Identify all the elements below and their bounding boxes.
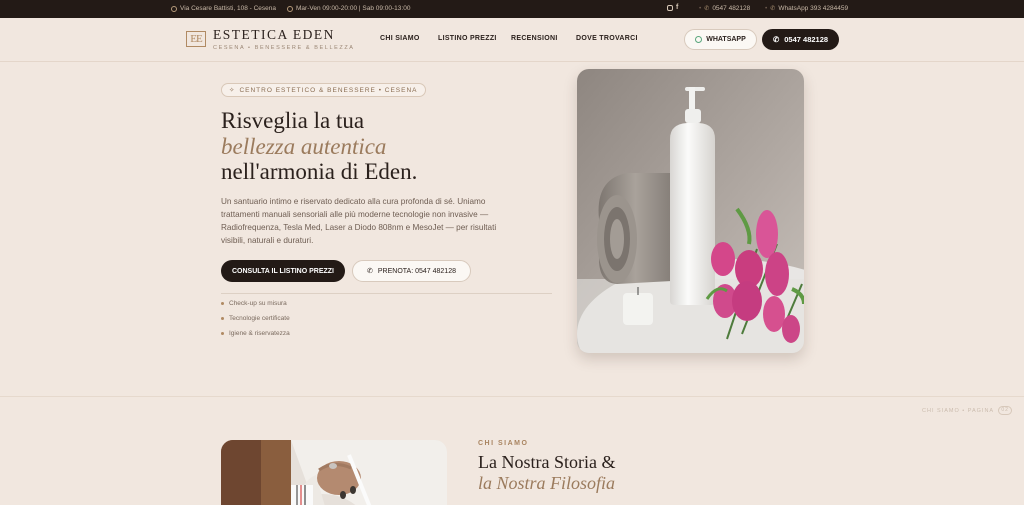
hero-badge: ✧ CENTRO ESTETICO & BENESSERE • CESENA (221, 83, 426, 97)
phone-icon: ✆ (772, 35, 780, 44)
nav-listino-prezzi[interactable]: LISTINO PREZZI (438, 35, 497, 42)
topbar-whatsapp-text: WhatsApp 393 4284459 (778, 5, 849, 12)
feature-item: Check-up su misura (221, 300, 287, 307)
whatsapp-button[interactable]: WHATSAPP (684, 29, 757, 50)
section-title-line2: la Nostra Filosofia (478, 473, 616, 493)
page-indicator-number: 02 (998, 406, 1013, 415)
feature-label: Tecnologie certificate (229, 315, 290, 322)
location-pin-icon (171, 5, 177, 12)
social-links: f (667, 4, 678, 11)
instagram-icon[interactable] (667, 5, 673, 11)
facebook-icon[interactable]: f (676, 4, 678, 11)
prenota-button-label: PRENOTA: 0547 482128 (377, 267, 456, 275)
address-info: Via Cesare Battisti, 108 - Cesena (171, 5, 276, 12)
bullet-icon (221, 302, 224, 305)
page-indicator-text: CHI SIAMO • PAGINA (922, 407, 995, 414)
logo-name[interactable]: ESTETICA EDEN (213, 27, 335, 43)
whatsapp-icon (695, 36, 703, 43)
bullet-icon (221, 332, 224, 335)
section-divider (0, 396, 1024, 397)
listino-prezzi-button[interactable]: CONSULTA IL LISTINO PREZZI (221, 260, 345, 282)
hero-spa-image (577, 69, 804, 353)
section-title-line1: La Nostra Storia & (478, 452, 616, 472)
whatsapp-icon: ✆ (770, 6, 776, 12)
hero-lead: Un santuario intimo e riservato dedicato… (221, 197, 497, 245)
phone-icon: ✆ (704, 6, 710, 12)
logo-tagline: CESENA • BENESSERE & BELLEZZA (213, 45, 355, 51)
site-header: EE ESTETICA EDEN CESENA • BENESSERE & BE… (0, 18, 1024, 62)
top-bar: Via Cesare Battisti, 108 - Cesena Mar-Ve… (0, 0, 1024, 18)
nav-dove-trovarci[interactable]: DOVE TROVARCI (576, 35, 638, 42)
section-eyebrow: CHI SIAMO (478, 440, 529, 447)
phone-icon: ✆ (367, 268, 373, 275)
call-button-label: 0547 482128 (784, 35, 829, 44)
sparkle-icon: ✧ (229, 87, 236, 94)
clock-icon (287, 5, 293, 12)
hero-divider (221, 293, 552, 294)
hero-title-line1: Risveglia la tua (221, 108, 365, 133)
whatsapp-button-label: WHATSAPP (706, 36, 746, 43)
topbar-whatsapp-link[interactable]: • ✆ WhatsApp 393 4284459 (765, 5, 848, 12)
nav-recensioni[interactable]: RECENSIONI (511, 35, 558, 42)
topbar-phone-link[interactable]: • ✆ 0547 482128 (699, 5, 750, 12)
feature-label: Igiene & riservatezza (229, 330, 290, 337)
page-indicator: CHI SIAMO • PAGINA 02 (922, 406, 1013, 415)
topbar-phone-text: 0547 482128 (712, 5, 751, 12)
story-image (221, 440, 447, 505)
feature-item: Igiene & riservatezza (221, 330, 290, 337)
call-button[interactable]: ✆ 0547 482128 (762, 29, 839, 50)
feature-item: Tecnologie certificate (221, 315, 290, 322)
hero-title-line2: bellezza autentica (221, 134, 387, 159)
logo-mark[interactable]: EE (186, 31, 206, 47)
address-text: Via Cesare Battisti, 108 - Cesena (180, 5, 276, 12)
hours-text: Mar-Ven 09:00-20:00 | Sab 09:00-13:00 (296, 5, 411, 12)
hero-title-line3: nell'armonia di Eden. (221, 159, 418, 184)
nav-chi-siamo[interactable]: CHI SIAMO (380, 35, 420, 42)
feature-label: Check-up su misura (229, 300, 287, 307)
prenota-button[interactable]: ✆ PRENOTA: 0547 482128 (352, 260, 471, 282)
hours-info: Mar-Ven 09:00-20:00 | Sab 09:00-13:00 (287, 5, 410, 12)
hero-badge-text: CENTRO ESTETICO & BENESSERE • CESENA (239, 86, 418, 94)
bullet-icon (221, 317, 224, 320)
